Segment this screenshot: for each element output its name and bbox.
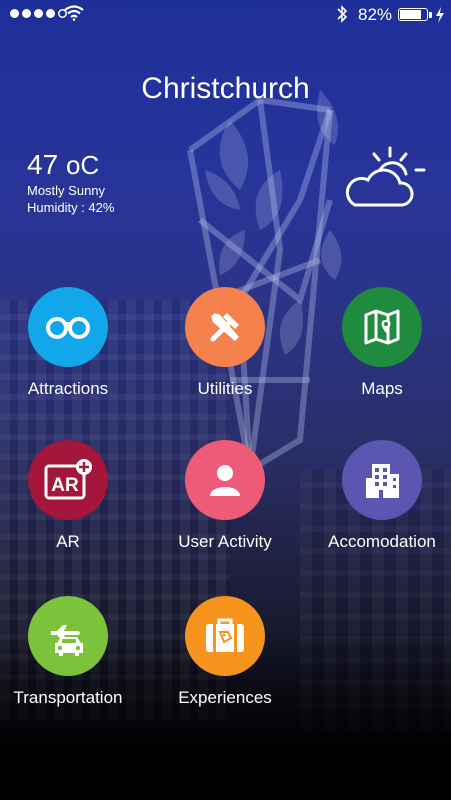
- bluetooth-icon: [337, 5, 348, 23]
- maps-button[interactable]: [342, 287, 422, 367]
- experiences-tile[interactable]: Experiences: [150, 596, 300, 708]
- city-title: Christchurch: [141, 72, 310, 105]
- ar-label: AR: [56, 532, 80, 551]
- wifi-icon: [64, 5, 84, 21]
- accomodation-tile[interactable]: Accomodation: [307, 440, 451, 552]
- temperature-value: 47: [27, 149, 59, 180]
- transportation-tile[interactable]: Transportation: [0, 596, 143, 708]
- utilities-button[interactable]: [185, 287, 265, 367]
- signal-strength-icon: [10, 9, 67, 18]
- app-screen: 82% Christchurch 47 oC Mostly Sunny Humi…: [0, 0, 451, 800]
- charging-icon: [436, 7, 444, 23]
- temperature: 47 oC: [27, 148, 114, 182]
- user-activity-tile[interactable]: User Activity: [150, 440, 300, 552]
- user-icon: [210, 465, 240, 496]
- partly-cloudy-icon: [345, 146, 426, 207]
- signal-dot: [34, 9, 43, 18]
- building-icon: [366, 464, 399, 498]
- battery-percent: 82%: [358, 5, 393, 24]
- attractions-button[interactable]: [28, 287, 108, 367]
- signal-dot: [46, 9, 55, 18]
- accomodation-button[interactable]: [342, 440, 422, 520]
- temperature-unit: oC: [65, 150, 100, 180]
- weather-condition: Mostly Sunny: [27, 183, 106, 198]
- plane-car-icon: [51, 625, 83, 656]
- ar-tile[interactable]: AR AR: [0, 440, 143, 552]
- attractions-label: Attractions: [27, 379, 109, 398]
- map-icon: [364, 309, 400, 345]
- ar-icon: AR: [44, 459, 92, 500]
- user-activity-label: User Activity: [178, 532, 272, 551]
- attractions-tile[interactable]: Attractions: [0, 287, 143, 399]
- utilities-label: Utilities: [197, 379, 253, 398]
- tools-icon: [210, 313, 239, 342]
- svg-text:AR: AR: [51, 475, 79, 496]
- status-bar: 82%: [0, 0, 451, 30]
- binoculars-icon: [46, 317, 90, 339]
- suitcase-icon: [206, 618, 244, 652]
- maps-label: Maps: [361, 379, 403, 398]
- battery-level: [400, 10, 421, 19]
- user-activity-button[interactable]: [185, 440, 265, 520]
- maps-tile[interactable]: Maps: [307, 287, 451, 399]
- ar-button[interactable]: AR: [28, 440, 108, 520]
- humidity: Humidity : 42%: [27, 200, 115, 215]
- experiences-label: Experiences: [178, 688, 272, 707]
- signal-dot: [10, 9, 19, 18]
- transportation-button[interactable]: [28, 596, 108, 676]
- transportation-label: Transportation: [13, 688, 123, 707]
- battery-tip: [429, 12, 432, 18]
- battery-icon: [398, 8, 428, 21]
- signal-dot: [22, 9, 31, 18]
- accomodation-label: Accomodation: [328, 532, 436, 551]
- weather-info: 47 oC Mostly Sunny Humidity : 42%: [27, 148, 114, 216]
- utilities-tile[interactable]: Utilities: [150, 287, 300, 399]
- experiences-button[interactable]: [185, 596, 265, 676]
